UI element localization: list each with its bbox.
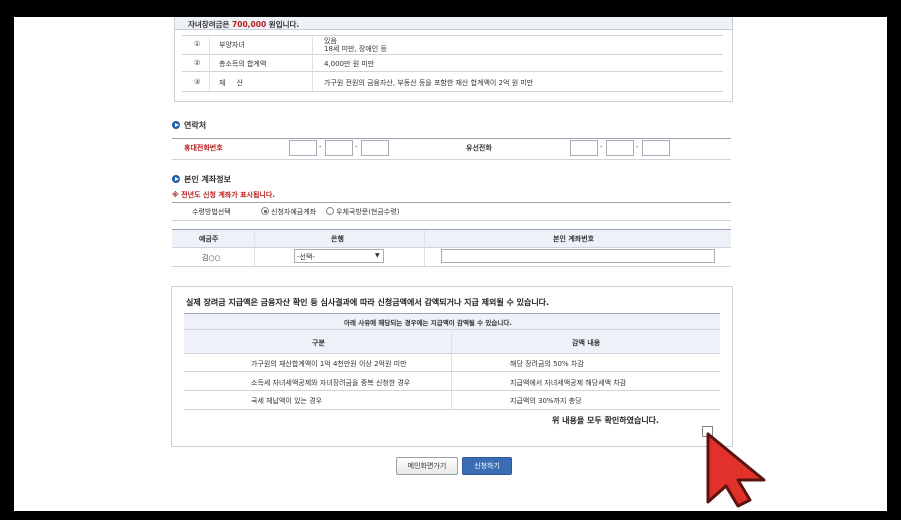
row-divider — [184, 409, 720, 410]
reduction-category-3: 국세 체납액이 있는 경우 — [251, 397, 323, 405]
landline-label: 유선전화 — [466, 144, 492, 152]
dash: - — [355, 143, 358, 151]
col-category: 구분 — [312, 339, 325, 347]
dash: - — [600, 143, 603, 151]
method-label: 수령방법선택 — [192, 208, 231, 216]
col-divider — [451, 329, 452, 409]
reduction-detail-2: 지급액에서 자녀세액공제 해당세액 차감 — [510, 379, 627, 387]
section-top-rule — [172, 138, 731, 139]
top-notice: 자녀장려금은 700,000 원입니다. — [188, 20, 300, 29]
col-bank: 은행 — [331, 235, 344, 243]
criteria-num-2: ② — [194, 59, 201, 67]
mobile-label: 휴대전화번호 — [184, 144, 223, 152]
landline-field-2[interactable] — [606, 140, 634, 156]
landline-field-1[interactable] — [570, 140, 598, 156]
col-divider — [254, 230, 255, 266]
bank-select[interactable]: -선택- ▼ — [294, 249, 384, 263]
row-divider — [172, 220, 731, 221]
dash: - — [319, 143, 322, 151]
row-divider — [184, 390, 720, 391]
chevron-down-icon: ▼ — [375, 252, 380, 259]
col-divider — [424, 230, 425, 266]
apply-button[interactable]: 신청하기 — [462, 457, 512, 475]
row-divider — [172, 266, 731, 267]
radio-post-label[interactable]: 우체국방문(현금수령) — [336, 207, 399, 217]
col-divider — [312, 35, 313, 91]
mobile-field-1[interactable] — [289, 140, 317, 156]
reduction-category-2: 소득세 자녀세액공제와 자녀장려금을 중복 신청한 경우 — [251, 379, 411, 387]
criteria-value-2: 4,000만 원 미만 — [324, 60, 375, 68]
row-divider — [184, 353, 720, 354]
col-divider — [209, 35, 210, 91]
bank-select-value: -선택- — [297, 253, 315, 261]
col-detail: 감액 내용 — [572, 339, 601, 347]
criteria-value-1b: 18세 미만, 장애인 등 — [324, 45, 387, 53]
warning-headline: 실제 장려금 지급액은 금융자산 확인 등 심사결과에 따라 신청금액에서 감액… — [186, 298, 550, 307]
row-divider — [182, 71, 723, 72]
section-bottom-rule — [172, 159, 731, 160]
row-divider — [182, 91, 723, 92]
col-holder: 예금주 — [199, 235, 219, 243]
holder-value: 김○○ — [202, 254, 221, 262]
mobile-field-2[interactable] — [325, 140, 353, 156]
warning-sub: 아래 사유에 해당되는 경우에는 지급액이 감액될 수 있습니다. — [344, 319, 512, 327]
reduction-detail-1: 해당 장려금의 50% 차감 — [510, 360, 584, 368]
radio-post-office[interactable] — [326, 207, 334, 215]
section-bullet-icon — [172, 121, 180, 129]
landline-field-3[interactable] — [642, 140, 670, 156]
criteria-value-3: 가구원 전원의 금융자산, 부동산 등을 포함한 재산 합계액이 2억 원 미만 — [324, 79, 534, 87]
row-divider — [182, 54, 723, 55]
mobile-field-3[interactable] — [361, 140, 389, 156]
cursor-arrow-icon — [706, 432, 766, 508]
criteria-label-3: 재 산 — [219, 79, 244, 87]
section-bullet-icon — [172, 175, 180, 183]
row-divider — [184, 371, 720, 372]
reduction-table-header — [184, 329, 720, 354]
criteria-label-1: 부양자녀 — [219, 41, 245, 49]
account-notice: ※ 전년도 신청 계좌가 표시됩니다. — [172, 191, 275, 199]
account-number-input[interactable] — [441, 249, 715, 263]
dash: - — [636, 143, 639, 151]
criteria-num-1: ① — [194, 40, 201, 48]
row-divider — [182, 35, 723, 36]
account-title: 본인 계좌정보 — [184, 175, 231, 184]
criteria-label-2: 총소득의 합계액 — [219, 60, 267, 68]
radio-bank-account[interactable] — [261, 207, 269, 215]
page-viewport: 자녀장려금은 700,000 원입니다. ① 부양자녀 있음 18세 미만, 장… — [14, 17, 887, 511]
confirm-text: 위 내용을 모두 확인하였습니다. — [552, 416, 660, 425]
main-page-button[interactable]: 메인화면가기 — [396, 457, 458, 475]
reduction-category-1: 가구원의 재산합계액이 1억 4천만원 이상 2억원 미만 — [251, 360, 407, 368]
radio-bank-label[interactable]: 신청자예금계좌 — [271, 207, 316, 217]
section-top-rule — [172, 202, 731, 203]
col-account-number: 본인 계좌번호 — [553, 235, 595, 243]
account-table-header — [172, 229, 731, 248]
contact-title: 연락처 — [184, 121, 207, 130]
reduction-detail-3: 지급액의 30%까지 충당 — [510, 397, 582, 405]
criteria-num-3: ③ — [194, 78, 201, 86]
